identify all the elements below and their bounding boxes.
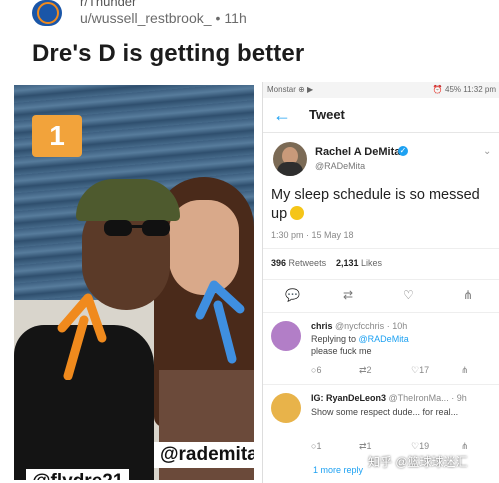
header-title: Tweet [309,107,345,122]
back-arrow-icon[interactable]: ← [273,105,291,126]
phone-status-bar: Monstar ⊕ ▶ ⏰ 45% 11:32 pm [263,82,499,98]
reply-reply-button[interactable]: ○ 6 [311,365,321,375]
reply-icon[interactable]: 💬 [285,288,300,302]
reply-avatar[interactable] [271,393,301,423]
reply-like-button[interactable]: ♡ 17 [411,365,429,376]
reply-retweet-button[interactable]: ⇄ 2 [359,365,372,376]
author-name[interactable]: Rachel A DeMita [315,146,400,158]
subreddit-icon[interactable] [32,0,62,26]
number-badge: 1 [32,115,82,157]
tweet-text: My sleep schedule is so messed up [271,186,496,224]
tag-rademita: @rademita [154,442,254,468]
author-handle[interactable]: @RADeMita [315,161,365,171]
blue-arrow-icon [195,280,245,364]
subreddit-name[interactable]: r/Thunder [80,0,136,9]
man-cap [76,179,180,221]
reply-actions: ○ 6 ⇄ 2 ♡ 17 ⋔ [311,365,491,379]
post-photo[interactable]: 1 @rademita @flydre21 [14,85,254,480]
reply-item[interactable]: chris @nycfcchris · 10h Replying to @RAD… [263,312,499,385]
more-replies-link[interactable]: 1 more reply [313,465,363,475]
watermark: 知乎 @篮球球迷汇 [368,455,468,469]
reply-name[interactable]: IG: RyanDeLeon3 [311,393,386,403]
tag-flydre: @flydre21 [26,469,130,480]
reply-reply-button[interactable]: ○ 1 [311,441,321,451]
chevron-down-icon[interactable]: ⌄ [483,146,491,157]
tweet-stats: 396 Retweets 2,131 Likes [263,248,499,280]
reply-handle[interactable]: @TheIronMa... [389,393,449,403]
author-avatar[interactable] [273,142,307,176]
reply-age: 9h [456,393,467,403]
reply-text: please fuck me [311,346,372,356]
reply-header: IG: RyanDeLeon3 @TheIronMa... · 9h [311,393,467,403]
like-icon[interactable]: ♡ [403,288,414,302]
reply-share-icon[interactable]: ⋔ [461,365,469,376]
retweet-count[interactable]: 396 Retweets [271,258,326,268]
status-right: ⏰ 45% 11:32 pm [432,85,496,94]
blush-emoji-icon [290,206,305,220]
orange-arrow-icon [57,293,107,380]
post-age: 11h [224,10,247,26]
post-title[interactable]: Dre's D is getting better [32,40,304,68]
reply-text: Show some respect dude... for real... [311,407,459,417]
like-count[interactable]: 2,131 Likes [336,258,382,268]
reply-like-button[interactable]: ♡ 19 [411,441,429,452]
verified-icon: ✓ [398,146,408,156]
share-icon[interactable]: ⋔ [463,288,473,302]
tweet-header: ← Tweet [263,98,499,133]
post-author[interactable]: u/wussell_restbrook_ [80,10,212,26]
reply-name[interactable]: chris [311,321,333,331]
sunglasses-icon [104,220,170,236]
reply-header: chris @nycfcchris · 10h [311,321,408,331]
reply-avatar[interactable] [271,321,301,351]
tweet-actions: 💬 ⇄ ♡ ⋔ [263,285,499,307]
retweet-icon[interactable]: ⇄ [343,288,353,302]
reply-share-icon[interactable]: ⋔ [461,441,469,452]
reply-handle[interactable]: @nycfcchris [335,321,384,331]
post-meta: u/wussell_restbrook_ • 11h [80,10,247,26]
reply-age: 10h [392,321,408,331]
replying-to: Replying to @RADeMita [311,334,409,344]
replying-to-link[interactable]: @RADeMita [359,334,409,344]
tweet-screenshot: Monstar ⊕ ▶ ⏰ 45% 11:32 pm ← Tweet Rache… [262,82,499,483]
status-left: Monstar ⊕ ▶ [267,85,314,94]
reply-retweet-button[interactable]: ⇄ 1 [359,441,372,452]
tweet-timestamp: 1:30 pm · 15 May 18 [271,230,354,240]
